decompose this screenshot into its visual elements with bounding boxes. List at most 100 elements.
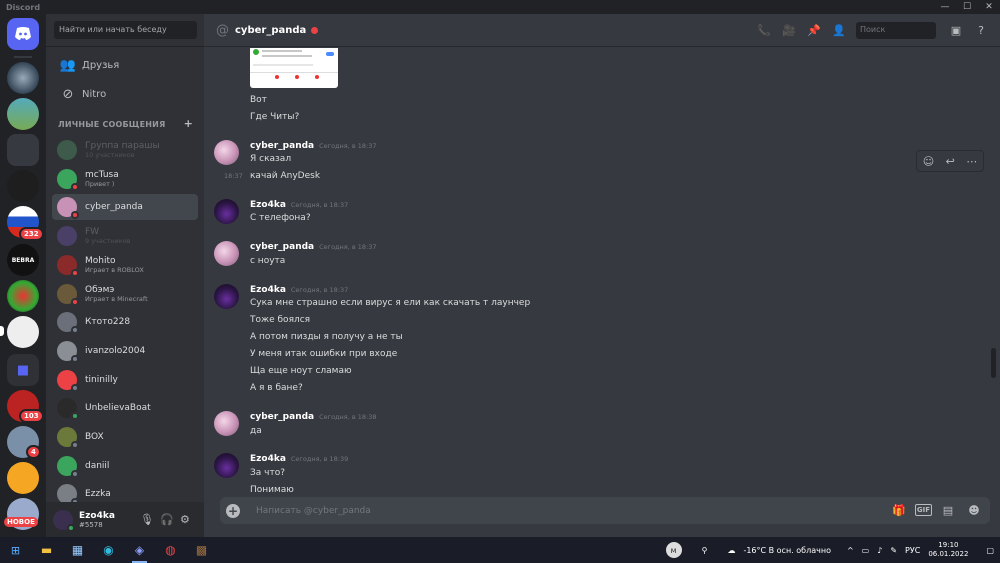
message-author[interactable]: cyber_panda xyxy=(250,242,314,252)
dm-item[interactable]: Mohito Играет в ROBLOX xyxy=(52,252,198,278)
message-list: Вот Где Читы? cyber_panda Сегодня, в 18:3… xyxy=(204,48,994,496)
message-text: Тоже боялся xyxy=(250,315,311,325)
message-author[interactable]: cyber_panda xyxy=(250,412,314,422)
message-author[interactable]: cyber_panda xyxy=(250,141,314,151)
message-author[interactable]: Ezo4ka xyxy=(250,454,286,464)
edge-browser-icon[interactable]: ◉ xyxy=(93,537,124,563)
pinned-messages-icon[interactable]: 📌 xyxy=(803,21,825,39)
avatar[interactable] xyxy=(53,509,75,532)
start-menu-icon[interactable]: ⊞ xyxy=(0,537,31,563)
notifications-icon[interactable]: ▢ xyxy=(986,546,994,555)
message-text: А я в бане? xyxy=(250,383,303,393)
add-friend-to-dm-icon[interactable]: 👤 xyxy=(828,21,850,39)
server-icon[interactable] xyxy=(7,62,39,94)
server-icon[interactable] xyxy=(7,462,39,494)
file-explorer-icon[interactable]: ▬ xyxy=(31,537,62,563)
server-icon[interactable] xyxy=(7,316,39,348)
server-icon[interactable]: BEBRA xyxy=(7,244,39,276)
home-button[interactable] xyxy=(7,18,39,50)
message-author[interactable]: Ezo4ka xyxy=(250,285,286,295)
avatar xyxy=(57,168,79,191)
message-composer: + Написать @cyber_panda 🎁 GIF ▤ ☻ xyxy=(220,497,990,524)
find-conversation-input[interactable]: Найти или начать беседу xyxy=(54,21,197,39)
network-icon[interactable]: ▭ xyxy=(862,546,870,555)
status-indicator xyxy=(71,326,79,335)
clock-date: 06.01.2022 xyxy=(928,550,969,558)
dm-item[interactable]: ivanzolo2004 xyxy=(52,338,198,364)
dm-item[interactable]: cyber_panda xyxy=(52,194,198,221)
server-icon[interactable] xyxy=(7,134,39,166)
mention-badge: 103 xyxy=(19,409,44,423)
message-timestamp: Сегодня, в 18:39 xyxy=(290,455,349,463)
dm-item[interactable]: Обэмэ Играет в Minecraft xyxy=(52,281,198,307)
dm-name: mcTusa xyxy=(85,169,119,180)
message-author[interactable]: Ezo4ka xyxy=(250,200,286,210)
message-header: Ezo4ka Сегодня, в 18:37 xyxy=(250,200,348,210)
language-indicator[interactable]: РУС xyxy=(905,546,920,555)
dm-name: ivanzolo2004 xyxy=(85,345,146,356)
dm-item[interactable]: UnbelievaBoat xyxy=(52,395,198,421)
upload-plus-icon[interactable]: + xyxy=(226,503,240,518)
avatar[interactable] xyxy=(214,284,239,309)
weather-text[interactable]: -16°C В осн. облачно xyxy=(743,546,831,555)
dm-item[interactable]: tininilly xyxy=(52,367,198,393)
scrollbar-thumb[interactable] xyxy=(991,348,996,378)
voice-call-icon[interactable]: 📞 xyxy=(753,21,775,39)
settings-gear-icon[interactable]: ⚙ xyxy=(180,513,190,526)
store-icon[interactable]: ▦ xyxy=(62,537,93,563)
weather-icon: ☁ xyxy=(727,545,736,555)
nav-nitro[interactable]: ⊘ Nitro xyxy=(54,81,197,107)
gif-button[interactable]: GIF xyxy=(915,504,932,516)
server-icon[interactable] xyxy=(7,98,39,130)
avatar[interactable] xyxy=(214,199,239,224)
discord-logo-icon xyxy=(15,27,31,40)
new-badge: НОВОЕ xyxy=(4,517,38,527)
clock-time: 19:10 xyxy=(938,541,959,549)
add-reaction-icon[interactable]: ☺ xyxy=(923,155,934,168)
dm-item[interactable]: BOX xyxy=(52,424,198,450)
chrome-icon[interactable]: ◍ xyxy=(155,537,186,563)
avatar[interactable] xyxy=(214,140,239,165)
sticker-icon[interactable]: ▤ xyxy=(938,502,958,519)
server-icon[interactable] xyxy=(7,170,39,202)
clock[interactable]: 19:10 06.01.2022 xyxy=(928,541,976,559)
minecraft-icon[interactable]: ▩ xyxy=(186,537,217,563)
people-icon[interactable]: ⚲ xyxy=(702,546,708,555)
dm-item[interactable]: Ктото228 xyxy=(52,309,198,335)
emoji-icon[interactable]: ☻ xyxy=(964,502,984,519)
dm-item[interactable]: FW 9 участников xyxy=(52,223,198,249)
discord-taskbar-icon[interactable]: ◈ xyxy=(124,537,155,563)
mute-mic-icon[interactable]: 🎙 xyxy=(140,513,154,526)
avatar xyxy=(57,197,79,220)
reply-icon[interactable]: ↩ xyxy=(946,155,955,168)
avatar[interactable] xyxy=(214,453,239,478)
create-dm-button[interactable]: + xyxy=(184,118,193,129)
dm-item[interactable]: daniil xyxy=(52,453,198,479)
message-input[interactable]: Написать @cyber_panda xyxy=(256,506,371,516)
close-button[interactable]: ✕ xyxy=(978,0,1000,14)
video-call-icon[interactable]: 🎥 xyxy=(778,21,800,39)
dm-item[interactable]: Группа парашы 10 участников xyxy=(52,137,198,163)
header-search-input[interactable]: Поиск xyxy=(856,21,936,39)
message-header: cyber_panda Сегодня, в 18:37 xyxy=(250,141,376,151)
server-icon[interactable] xyxy=(7,280,39,312)
dm-item[interactable]: mcTusa Привет ) xyxy=(52,166,198,192)
help-icon[interactable]: ? xyxy=(970,21,992,39)
maximize-button[interactable]: ☐ xyxy=(956,0,978,14)
username: Ezo4ka xyxy=(79,510,115,521)
pen-icon[interactable]: ✎ xyxy=(890,546,897,555)
status-indicator xyxy=(71,211,79,220)
account-avatar[interactable]: м xyxy=(665,542,682,558)
nav-friends[interactable]: 👥 Друзья xyxy=(54,52,197,78)
gift-icon[interactable]: 🎁 xyxy=(889,502,909,519)
inbox-icon[interactable]: ▣ xyxy=(945,21,967,39)
headphones-icon[interactable]: 🎧 xyxy=(160,513,174,526)
more-options-icon[interactable]: ⋯ xyxy=(966,155,977,168)
volume-icon[interactable]: ♪ xyxy=(877,546,882,555)
image-attachment[interactable] xyxy=(250,48,338,88)
minimize-button[interactable]: — xyxy=(934,0,956,14)
avatar[interactable] xyxy=(214,241,239,266)
folder-icon[interactable]: ■ xyxy=(7,354,39,386)
avatar[interactable] xyxy=(214,411,239,436)
show-hidden-icons[interactable]: ^ xyxy=(847,546,854,555)
